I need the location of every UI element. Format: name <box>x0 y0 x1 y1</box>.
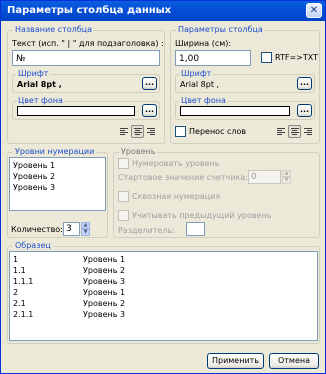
name-bg-title: Цвет фона <box>16 96 65 105</box>
width-input[interactable]: 1,00 <box>175 50 251 66</box>
spin-up-icon[interactable]: ▲ <box>282 170 291 177</box>
column-params-group-title: Параметры столбца <box>176 25 265 34</box>
align-left-icon[interactable] <box>118 125 131 138</box>
count-spinner[interactable]: ▲ ▼ <box>81 222 90 236</box>
name-bg-button[interactable]: ... <box>142 104 157 117</box>
params-bg-swatch <box>180 106 290 116</box>
level-group: Уровень Нумеровать уровень Стартовое зна… <box>113 147 320 238</box>
level-title: Уровень <box>119 147 158 156</box>
rtf-label: RTF=>TXT <box>275 53 318 62</box>
width-label: Ширина (см): <box>175 39 232 48</box>
name-bg-group: Цвет фона ... <box>12 96 160 120</box>
name-align-group <box>118 125 157 138</box>
sample-row: 1.1 Уровень 2 <box>13 266 126 275</box>
prev-level-label: Учитывать предыдущий уровень <box>132 211 272 220</box>
numbering-levels-title: Уровни нумерации <box>13 147 97 156</box>
count-label: Количество: <box>11 225 63 234</box>
separator-label: Разделитель: <box>118 226 175 235</box>
through-label: Сквозная нумерация <box>132 192 221 201</box>
sample-row: 2.1 Уровень 2 <box>13 299 126 308</box>
list-item[interactable]: Уровень 1 <box>13 160 102 171</box>
params-align-group <box>275 125 314 138</box>
cancel-button[interactable]: Отмена <box>269 353 319 369</box>
wrap-label: Перенос слов <box>189 127 247 136</box>
params-font-value: Arial 8pt , <box>180 80 220 89</box>
params-bg-button[interactable]: ... <box>297 104 312 117</box>
params-font-group: Шрифт Arial 8pt , ... <box>175 69 315 93</box>
list-item[interactable]: Уровень 3 <box>13 182 102 193</box>
start-label: Стартовое значение счетчика: <box>118 173 248 182</box>
name-font-title: Шрифт <box>16 69 51 78</box>
params-font-title: Шрифт <box>179 69 214 78</box>
list-item[interactable]: Уровень 2 <box>13 171 102 182</box>
sample-row: 1 Уровень 1 <box>13 255 126 264</box>
text-label: Текст (исп. " | " для подзаголовка) : <box>12 39 164 48</box>
title-bar: Параметры столбца данных ✕ <box>1 1 325 21</box>
number-level-label: Нумеровать уровень <box>132 159 220 168</box>
close-icon: ✕ <box>309 5 319 16</box>
through-checkbox[interactable] <box>118 191 129 202</box>
align-right-icon[interactable] <box>144 125 157 138</box>
params-font-button[interactable]: ... <box>297 77 312 90</box>
start-spinner[interactable]: ▲ ▼ <box>282 170 291 184</box>
dialog-window: Параметры столбца данных ✕ Название стол… <box>0 0 326 374</box>
numbering-levels-group: Уровни нумерации Уровень 1 Уровень 2 Уро… <box>7 147 108 238</box>
params-bg-title: Цвет фона <box>179 96 228 105</box>
spin-up-icon[interactable]: ▲ <box>81 222 90 229</box>
close-button[interactable]: ✕ <box>306 3 322 18</box>
count-input[interactable]: 3 <box>63 222 80 236</box>
sample-listbox: 1 Уровень 1 1.1 Уровень 2 1.1.1 Уровень 3 2… <box>9 251 318 341</box>
spin-down-icon[interactable]: ▼ <box>81 229 90 236</box>
window-title: Параметры столбца данных <box>7 5 172 16</box>
column-params-group: Параметры столбца Ширина (см): 1,00 RTF=… <box>170 25 320 144</box>
sample-group: Образец 1 Уровень 1 1.1 Уровень 2 1.1.1 Уро… <box>7 241 320 344</box>
number-level-checkbox[interactable] <box>118 158 129 169</box>
align-left-icon[interactable] <box>275 125 288 138</box>
rtf-checkbox[interactable] <box>261 52 272 63</box>
column-name-group: Название столбца Текст (исп. " | " для п… <box>7 25 165 144</box>
align-center-icon[interactable] <box>288 125 301 138</box>
spin-down-icon[interactable]: ▼ <box>282 177 291 184</box>
name-font-group: Шрифт Arial 8pt , ... <box>12 69 160 93</box>
name-font-button[interactable]: ... <box>142 77 157 90</box>
align-center-icon[interactable] <box>131 125 144 138</box>
name-bg-swatch <box>17 106 135 116</box>
sample-row: 1.1.1 Уровень 3 <box>13 277 126 286</box>
align-right-icon[interactable] <box>301 125 314 138</box>
text-input[interactable]: № <box>12 50 160 66</box>
prev-level-checkbox[interactable] <box>118 210 129 221</box>
sample-title: Образец <box>13 241 53 250</box>
name-font-value: Arial 8pt , <box>17 80 62 89</box>
apply-button[interactable]: Применить <box>207 353 264 369</box>
column-name-group-title: Название столбца <box>13 25 95 34</box>
sample-row: 2.1.1 Уровень 3 <box>13 310 126 319</box>
levels-listbox[interactable]: Уровень 1 Уровень 2 Уровень 3 <box>9 157 106 211</box>
params-bg-group: Цвет фона ... <box>175 96 315 120</box>
sample-row: 2 Уровень 1 <box>13 288 126 297</box>
start-input[interactable]: 0 <box>248 170 281 184</box>
wrap-checkbox[interactable] <box>175 126 186 137</box>
separator-input[interactable] <box>186 222 205 236</box>
